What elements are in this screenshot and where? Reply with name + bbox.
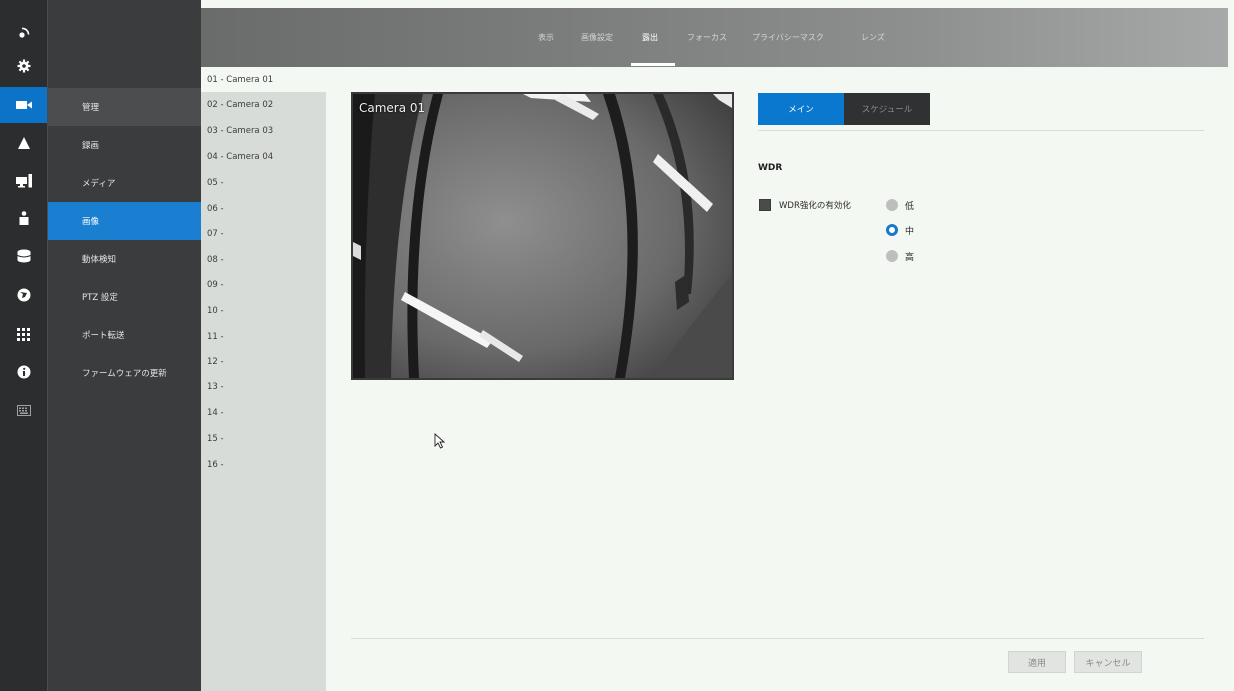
channel-item[interactable]: 06 -: [201, 196, 326, 221]
channel-item[interactable]: 10 -: [201, 298, 326, 323]
wdr-section-title: WDR: [758, 163, 783, 173]
camera-icon[interactable]: [0, 87, 47, 123]
menu-item-label: メディア: [82, 179, 116, 189]
menu-item-label: 画像: [82, 217, 100, 227]
channel-item[interactable]: 09 -: [201, 272, 326, 297]
menu-item-image[interactable]: 画像: [48, 202, 202, 240]
wdr-level-low-label: 低: [905, 202, 915, 212]
wdr-level-low-radio[interactable]: [886, 199, 898, 211]
apply-button[interactable]: 適用: [1008, 651, 1066, 673]
tab-display[interactable]: 表示: [538, 8, 554, 67]
channel-item[interactable]: 14 -: [201, 400, 326, 425]
footer-divider: [351, 638, 1204, 639]
menu-item-recording[interactable]: 録画: [48, 126, 202, 164]
channel-item[interactable]: 13 -: [201, 374, 326, 399]
menu-item-motion-detection[interactable]: 動体検知: [48, 240, 202, 278]
keyboard-icon[interactable]: [0, 392, 47, 428]
channel-item[interactable]: 01 - Camera 01: [201, 67, 326, 92]
network-icon[interactable]: [0, 277, 47, 313]
menu-item-port-forwarding[interactable]: ポート転送: [48, 316, 202, 354]
menu-item-label: 録画: [82, 141, 100, 151]
menu-item-label: ポート転送: [82, 331, 125, 341]
channel-item[interactable]: 11 -: [201, 324, 326, 349]
menu-item-ptz-settings[interactable]: PTZ 設定: [48, 278, 202, 316]
app-window: 管理 録画 メディア 画像 動体検知 PTZ 設定 ポート転送 ファームウェアの…: [0, 0, 1234, 691]
wdr-level-high-label: 高: [905, 253, 915, 263]
wdr-level-high-radio[interactable]: [886, 250, 898, 262]
mouse-pointer-icon: [434, 432, 446, 453]
subtabs-divider: [758, 130, 1204, 131]
subtab-schedule[interactable]: スケジュール: [844, 93, 930, 125]
channel-item[interactable]: 03 - Camera 03: [201, 118, 326, 143]
menu-item-media[interactable]: メディア: [48, 164, 202, 202]
channel-list: 01 - Camera 01 02 - Camera 02 03 - Camer…: [201, 67, 326, 691]
camera-name-overlay: Camera 01: [359, 101, 426, 115]
alert-icon[interactable]: [0, 125, 47, 161]
menu-item-label: PTZ 設定: [82, 293, 118, 303]
channel-item[interactable]: 04 - Camera 04: [201, 144, 326, 169]
user-icon[interactable]: [0, 200, 47, 236]
camera-preview[interactable]: Camera 01: [351, 92, 734, 380]
settings-menu: 管理 録画 メディア 画像 動体検知 PTZ 設定 ポート転送 ファームウェアの…: [47, 0, 202, 691]
tab-privacy-mask[interactable]: プライバシーマスク: [752, 8, 824, 67]
menu-item-firmware-update[interactable]: ファームウェアの更新: [48, 354, 202, 392]
settings-subtabs: メイン スケジュール: [758, 93, 930, 125]
channel-item[interactable]: 16 -: [201, 452, 326, 477]
active-tab-indicator: [631, 63, 675, 66]
channel-item[interactable]: 12 -: [201, 349, 326, 374]
settings-icon[interactable]: [0, 48, 47, 84]
camera-feed-image: [353, 94, 732, 378]
tab-image-settings[interactable]: 画像設定: [581, 8, 613, 67]
wdr-enhance-label: WDR強化の有効化: [779, 201, 851, 211]
tab-exposure[interactable]: 露出: [642, 8, 658, 67]
wdr-level-mid-radio[interactable]: [886, 224, 898, 236]
info-icon[interactable]: [0, 354, 47, 390]
monitor-icon[interactable]: [0, 163, 47, 199]
menu-item-label: 動体検知: [82, 255, 117, 265]
logo-icon[interactable]: [0, 15, 47, 51]
menu-item-label: 管理: [82, 103, 100, 113]
wdr-level-mid-label: 中: [905, 227, 915, 237]
cancel-button[interactable]: キャンセル: [1074, 651, 1142, 673]
menu-item-label: ファームウェアの更新: [82, 369, 167, 379]
menu-item-management[interactable]: 管理: [48, 88, 202, 126]
storage-icon[interactable]: [0, 238, 47, 274]
subtab-main[interactable]: メイン: [758, 93, 844, 125]
channel-item[interactable]: 15 -: [201, 426, 326, 451]
channel-item[interactable]: 05 -: [201, 170, 326, 195]
tab-focus[interactable]: フォーカス: [687, 8, 727, 67]
channel-item[interactable]: 08 -: [201, 247, 326, 272]
tab-lens[interactable]: レンズ: [861, 8, 885, 67]
wdr-enhance-checkbox[interactable]: [759, 199, 771, 211]
apps-icon[interactable]: [0, 316, 47, 352]
channel-item[interactable]: 07 -: [201, 221, 326, 246]
channel-item[interactable]: 02 - Camera 02: [201, 92, 326, 117]
icon-rail: [0, 0, 47, 691]
